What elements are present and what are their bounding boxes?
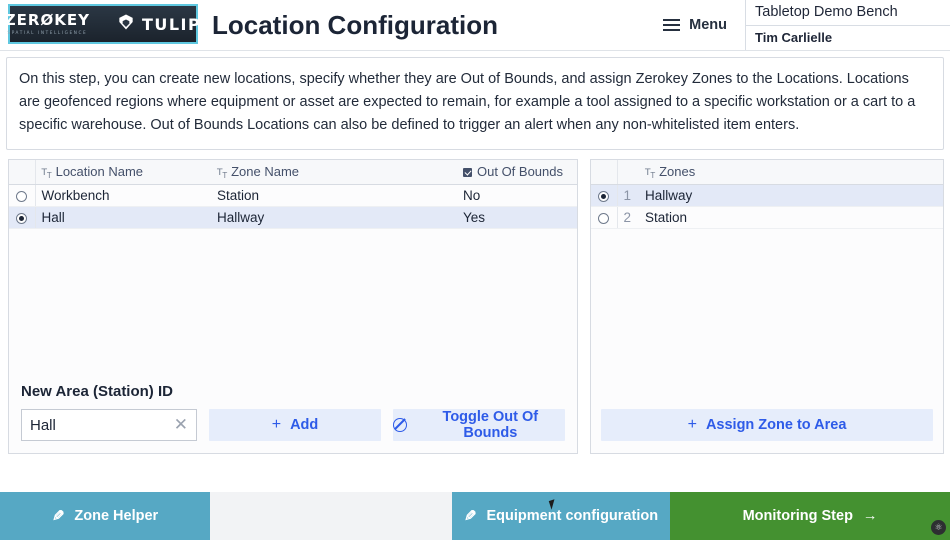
table-header-row: TT Location Name TT Zone Name Out Of Bound…	[9, 160, 577, 185]
ban-circle-icon	[393, 418, 407, 432]
cell-out-of-bounds: Yes	[457, 206, 577, 229]
zones-table: TT Zones 1 Hallway 2 Station	[591, 160, 943, 229]
main-content: TT Location Name TT Zone Name Out Of Bound…	[0, 150, 950, 454]
add-button[interactable]: + Add	[209, 409, 381, 441]
user-name: Tim Carlielle	[755, 30, 833, 46]
close-x-icon[interactable]: ✕	[174, 416, 188, 434]
zone-name: Hallway	[639, 184, 943, 207]
tulip-wordmark: TULIP	[141, 14, 202, 34]
zerokey-tagline: SPATIAL INTELLIGENCE	[7, 30, 88, 35]
new-area-id-value: Hall	[30, 416, 56, 434]
text-type-icon: TT	[645, 168, 656, 180]
cell-location-name: Hall	[35, 206, 211, 229]
cell-zone-name: Hallway	[211, 206, 457, 229]
list-item[interactable]: 1 Hallway	[591, 184, 943, 207]
tulip-logo: TULIP	[109, 12, 208, 37]
plus-icon: +	[271, 416, 282, 433]
zones-select-column-header	[591, 160, 618, 185]
locations-panel: TT Location Name TT Zone Name Out Of Bound…	[8, 159, 578, 454]
assign-zone-label: Assign Zone to Area	[705, 417, 847, 433]
toggle-button-label: Toggle Out Of Bounds	[442, 409, 539, 441]
column-label: Zone Name	[231, 164, 300, 179]
arrow-right-icon: →	[862, 508, 878, 524]
description-wrapper: On this step, you can create new locatio…	[0, 51, 950, 150]
zone-name: Station	[639, 206, 943, 229]
station-name: Tabletop Demo Bench	[746, 0, 950, 26]
column-header-location-name[interactable]: TT Location Name	[35, 160, 211, 185]
page-title: Location Configuration	[212, 9, 498, 40]
brand-logo-badge: ZERØKEY SPATIAL INTELLIGENCE TULIP	[5, 4, 200, 44]
user-info-column: Tabletop Demo Bench Tim Carlielle	[745, 0, 950, 50]
zone-index: 2	[617, 206, 639, 229]
toggle-out-of-bounds-button[interactable]: Toggle Out Of Bounds	[393, 409, 565, 441]
zones-panel: TT Zones 1 Hallway 2 Station + Assign Zo…	[590, 159, 944, 454]
tulip-diamond-icon	[116, 12, 136, 37]
row-radio-cell[interactable]	[9, 184, 36, 207]
equipment-configuration-button[interactable]: ✎ Equipment configuration	[452, 492, 670, 540]
table-row[interactable]: Hall Hallway Yes	[9, 206, 577, 229]
description-text: On this step, you can create new locatio…	[19, 71, 916, 133]
form-controls-row: Hall ✕ + Add Toggle Out Of Bounds	[21, 409, 565, 441]
description-box: On this step, you can create new locatio…	[6, 57, 944, 150]
cell-out-of-bounds: No	[457, 184, 577, 207]
new-area-id-input[interactable]: Hall ✕	[21, 409, 197, 441]
column-header-out-of-bounds[interactable]: Out Of Bounds	[457, 160, 577, 185]
footer-spacer	[210, 492, 452, 540]
new-area-form: New Area (Station) ID Hall ✕ + Add Toggl…	[9, 383, 577, 453]
zones-header-row: TT Zones	[591, 160, 943, 185]
zerokey-logo: ZERØKEY SPATIAL INTELLIGENCE	[0, 11, 97, 36]
menu-button[interactable]: Menu	[645, 17, 745, 33]
zone-helper-label: Zone Helper	[74, 508, 159, 524]
plus-icon: +	[687, 416, 697, 433]
pencil-icon: ✎	[463, 508, 477, 525]
new-area-label: New Area (Station) ID	[21, 383, 173, 400]
table-row[interactable]: Workbench Station No	[9, 184, 577, 207]
row-radio-icon-selected[interactable]	[16, 212, 28, 224]
column-label: Out Of Bounds	[477, 164, 563, 180]
assign-zone-wrapper: + Assign Zone to Area	[591, 399, 943, 453]
checkbox-checked-icon	[463, 168, 472, 178]
zone-radio-icon-selected[interactable]	[598, 190, 610, 202]
zerokey-wordmark: ZERØKEY	[4, 11, 90, 29]
status-badge-icon[interactable]: ⚛	[931, 520, 946, 535]
monitoring-step-label: Monitoring Step	[742, 508, 853, 524]
text-type-icon: TT	[217, 168, 228, 180]
assign-zone-to-area-button[interactable]: + Assign Zone to Area	[601, 409, 933, 441]
row-radio-icon[interactable]	[16, 190, 28, 202]
list-item[interactable]: 2 Station	[591, 206, 943, 229]
pencil-icon: ✎	[51, 508, 65, 525]
zone-radio-icon[interactable]	[598, 212, 610, 224]
select-column-header	[9, 160, 36, 185]
app-header: ZERØKEY SPATIAL INTELLIGENCE TULIP Locat…	[0, 0, 950, 50]
cell-location-name: Workbench	[35, 184, 211, 207]
zone-helper-button[interactable]: ✎ Zone Helper	[0, 492, 210, 540]
monitoring-step-button[interactable]: Monitoring Step →	[670, 492, 950, 540]
footer-navigation: ✎ Zone Helper ✎ Equipment configuration …	[0, 492, 950, 540]
locations-table: TT Location Name TT Zone Name Out Of Bound…	[9, 160, 577, 229]
column-label: Zones	[659, 164, 696, 179]
zone-radio-cell[interactable]	[591, 184, 618, 207]
column-header-zone-name[interactable]: TT Zone Name	[211, 160, 457, 185]
menu-label: Menu	[689, 17, 727, 33]
row-radio-cell[interactable]	[9, 206, 36, 229]
hamburger-icon	[663, 19, 681, 31]
add-button-label: Add	[290, 417, 319, 433]
column-header-zones[interactable]: TT Zones	[639, 160, 943, 185]
zone-index: 1	[617, 184, 639, 207]
zone-radio-cell[interactable]	[591, 206, 618, 229]
zones-index-column-header	[617, 160, 639, 185]
column-label: Location Name	[55, 164, 144, 179]
equipment-configuration-label: Equipment configuration	[486, 508, 659, 524]
cell-zone-name: Station	[211, 184, 457, 207]
text-type-icon: TT	[41, 168, 52, 180]
header-right-group: Menu Tabletop Demo Bench Tim Carlielle	[645, 0, 950, 50]
